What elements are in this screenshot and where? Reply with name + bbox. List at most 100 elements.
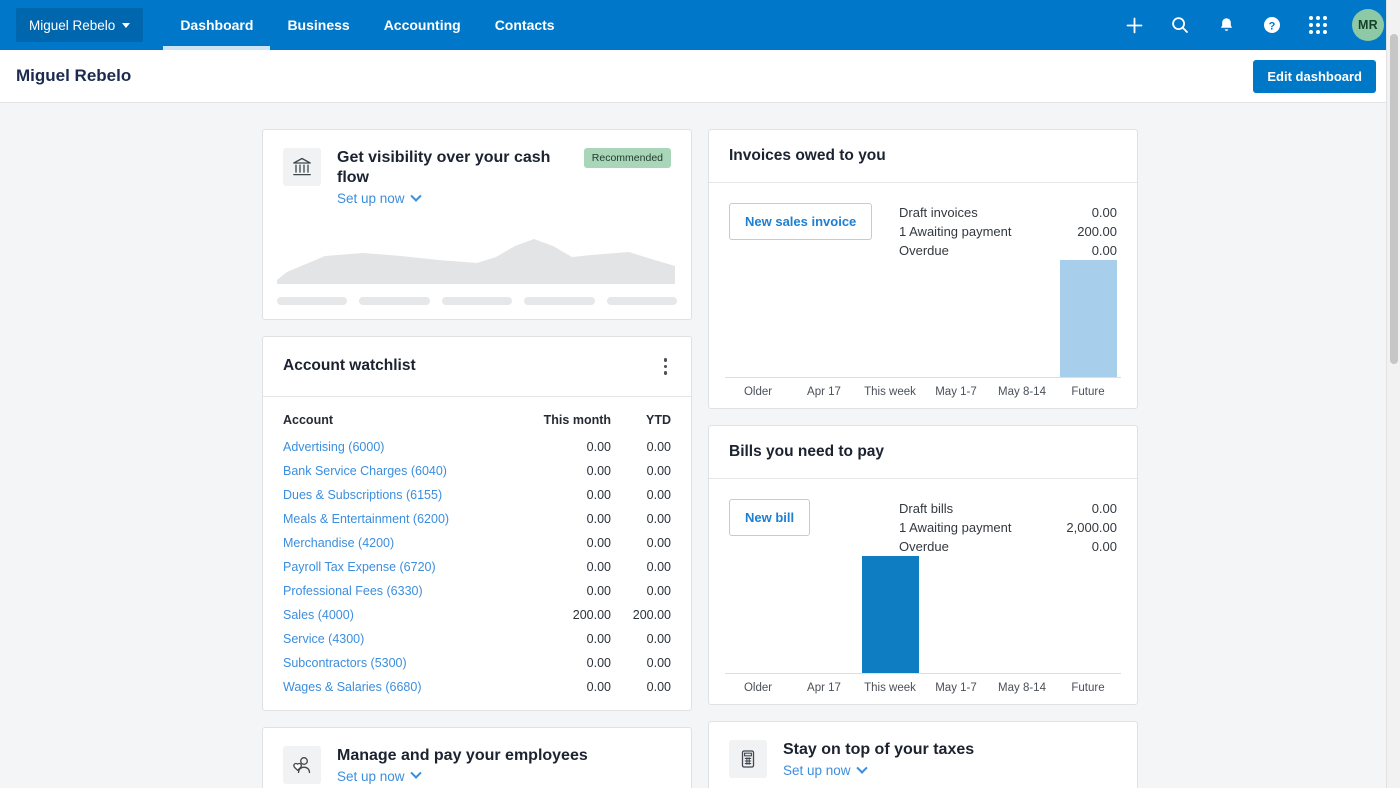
stat-label: Overdue (899, 243, 949, 258)
cell-ytd: 0.00 (646, 679, 671, 694)
kebab-menu-icon[interactable] (660, 354, 672, 379)
organisation-switcher[interactable]: Miguel Rebelo (16, 8, 144, 42)
new-sales-invoice-button[interactable]: New sales invoice (729, 203, 873, 240)
stat-row: Overdue 0.00 (899, 537, 1117, 556)
taxes-setup-link[interactable]: Set up now (783, 762, 868, 778)
search-icon[interactable] (1160, 5, 1200, 45)
nav-tab-dashboard[interactable]: Dashboard (163, 0, 271, 50)
chevron-down-icon (409, 767, 422, 779)
x-axis-tick-label: May 8-14 (998, 682, 1046, 694)
help-icon[interactable]: ? (1252, 5, 1292, 45)
nav-tab-business[interactable]: Business (270, 0, 366, 50)
table-row: Merchandise (4200) 0.00 0.00 (263, 531, 691, 555)
cell-account: Merchandise (4200) (263, 531, 519, 555)
bar[interactable] (1059, 260, 1117, 377)
promo-content: Get visibility over your cash flow Recom… (263, 130, 691, 208)
x-axis-tick-label: Older (743, 682, 773, 694)
invoices-bar-chart: Older Apr 17 This week May 1-7 May 8-14 Futur… (709, 260, 1137, 408)
placeholder-area-chart (277, 239, 675, 284)
avatar[interactable]: MR (1352, 9, 1384, 41)
edit-dashboard-button[interactable]: Edit dashboard (1253, 59, 1376, 93)
watchlist-table-body: Advertising (6000) 0.00 0.00 Bank Service C… (263, 435, 691, 710)
scrollbar-thumb[interactable] (1390, 34, 1398, 364)
bar-column (923, 556, 989, 673)
plus-icon[interactable] (1114, 5, 1154, 45)
cashflow-promo-title: Get visibility over your cash flow (337, 149, 551, 186)
skeleton-bar (441, 297, 513, 305)
stat-row: Draft bills 0.00 (899, 499, 1117, 518)
account-link[interactable]: Advertising (6000) (283, 440, 384, 454)
watchlist-header: Account watchlist (263, 337, 691, 397)
account-link[interactable]: Meals & Entertainment (6200) (283, 512, 449, 526)
cell-account: Dues & Subscriptions (6155) (263, 483, 519, 507)
account-link[interactable]: Professional Fees (6330) (283, 584, 423, 598)
account-link[interactable]: Sales (4000) (283, 608, 354, 622)
cell-ytd: 0.00 (646, 487, 671, 502)
bills-header: Bills you need to pay (709, 426, 1137, 479)
table-row: Advertising (6000) 0.00 0.00 (263, 435, 691, 459)
bills-stats: Draft bills 0.00 1 Awaiting payment 2,00… (899, 499, 1117, 556)
nav-actions: ? MR (1114, 0, 1400, 50)
cell-account: Payroll Tax Expense (6720) (263, 555, 519, 579)
account-link[interactable]: Payroll Tax Expense (6720) (283, 560, 436, 574)
bar-column (923, 260, 989, 377)
bar-column (1055, 260, 1121, 377)
stat-row: 1 Awaiting payment 2,000.00 (899, 518, 1117, 537)
column-header-account: Account (283, 412, 333, 427)
watchlist-title: Account watchlist (283, 357, 416, 375)
new-bill-button[interactable]: New bill (729, 499, 811, 536)
account-link[interactable]: Subcontractors (5300) (283, 656, 407, 670)
cell-account: Sales (4000) (263, 603, 519, 627)
table-row: Service (4300) 0.00 0.00 (263, 627, 691, 651)
taxes-promo-card: Stay on top of your taxes Set up now (708, 721, 1138, 788)
stat-row: Draft invoices 0.00 (899, 203, 1117, 222)
stat-value: 0.00 (1091, 501, 1117, 516)
avatar-initials: MR (1357, 18, 1379, 32)
nav-tab-label: Contacts (494, 17, 555, 33)
skeleton-bar (277, 297, 348, 305)
cell-ytd: 0.00 (646, 559, 671, 574)
bar-column (1055, 556, 1121, 673)
table-row: Wages & Salaries (6680) 0.00 0.00 (263, 675, 691, 710)
invoices-summary: New sales invoice Draft invoices 0.00 1 … (709, 183, 1137, 260)
cell-this-month: 0.00 (586, 463, 612, 478)
account-link[interactable]: Bank Service Charges (6040) (283, 464, 447, 478)
page-title: Miguel Rebelo (16, 66, 132, 85)
cell-ytd: 0.00 (646, 511, 671, 526)
dashboard-column-right: Invoices owed to you New sales invoice D… (708, 129, 1138, 788)
account-link[interactable]: Merchandise (4200) (283, 536, 394, 550)
account-link[interactable]: Dues & Subscriptions (6155) (283, 488, 442, 502)
promo-content: Manage and pay your employees Set up now (263, 728, 691, 788)
table-row: Payroll Tax Expense (6720) 0.00 0.00 (263, 555, 691, 579)
stat-label: 1 Awaiting payment (899, 224, 1012, 239)
nav-tab-contacts[interactable]: Contacts (478, 0, 572, 50)
stat-row: Overdue 0.00 (899, 241, 1117, 260)
main-nav-tabs: Dashboard Business Accounting Contacts (163, 0, 571, 50)
promo-title-row: Get visibility over your cash flow Recom… (337, 148, 671, 188)
employees-setup-link[interactable]: Set up now (337, 767, 422, 784)
bar-column (725, 260, 791, 377)
invoices-x-axis: Older Apr 17 This week May 1-7 May 8-14 Futur… (725, 386, 1121, 398)
account-link[interactable]: Service (4300) (283, 632, 364, 646)
apps-grid-icon[interactable] (1298, 5, 1338, 45)
cell-ytd: 0.00 (646, 439, 671, 454)
stat-value: 200.00 (1077, 224, 1117, 239)
page-scrollbar[interactable] (1386, 0, 1400, 788)
dashboard-column-left: Get visibility over your cash flow Recom… (262, 129, 692, 788)
cell-this-month: 0.00 (586, 439, 612, 454)
cell-this-month: 200.00 (572, 607, 612, 622)
nav-tab-accounting[interactable]: Accounting (367, 0, 478, 50)
bar[interactable] (861, 556, 919, 673)
bell-icon[interactable] (1206, 5, 1246, 45)
account-link[interactable]: Wages & Salaries (6680) (283, 680, 422, 694)
table-row: Sales (4000) 200.00 200.00 (263, 603, 691, 627)
table-header-row: Account This month YTD (263, 397, 691, 435)
cell-ytd: 0.00 (646, 655, 671, 670)
bills-plot-area (725, 556, 1121, 674)
cashflow-setup-link[interactable]: Set up now (337, 190, 422, 206)
cell-this-month: 0.00 (586, 679, 612, 694)
bar-column (791, 556, 857, 673)
chevron-down-icon (122, 22, 131, 28)
setup-link-label: Set up now (783, 763, 851, 778)
cell-ytd: 0.00 (646, 583, 671, 598)
